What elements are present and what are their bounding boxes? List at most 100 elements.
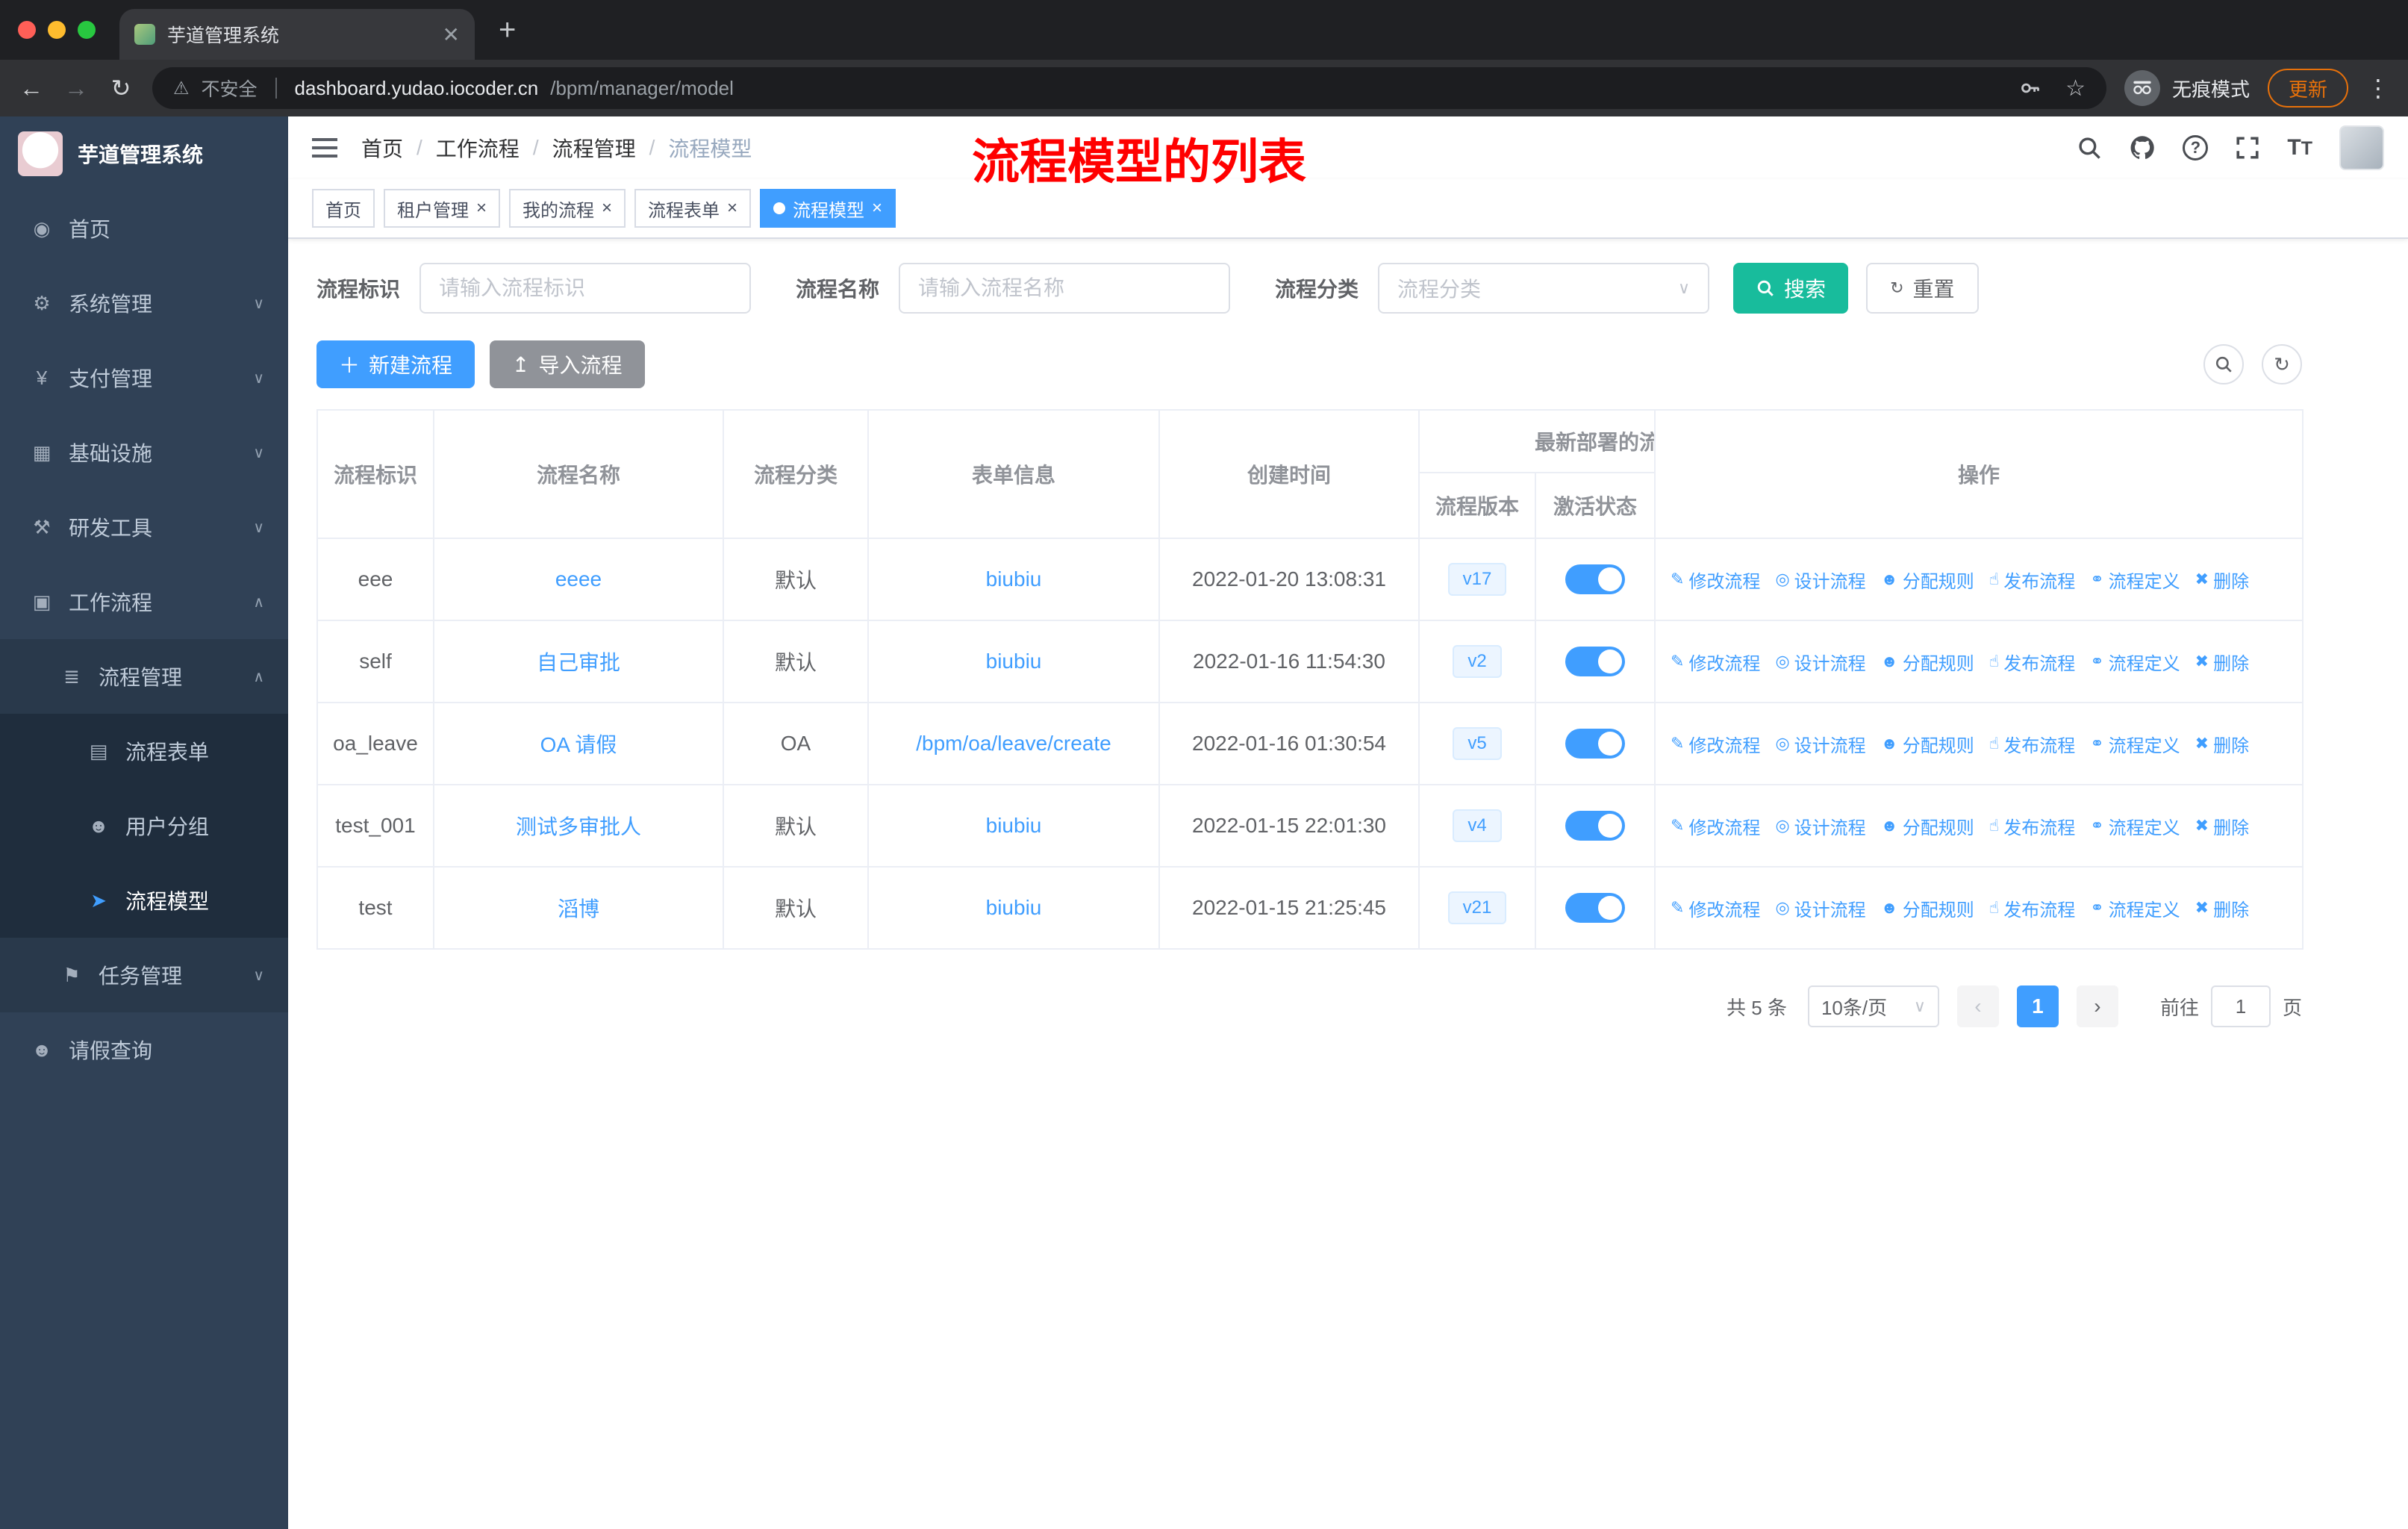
next-page-button[interactable]: ›	[2076, 985, 2118, 1027]
action-publish[interactable]: ☝ 发布流程	[1989, 731, 2075, 757]
sidebar-item[interactable]: ◉ 首页	[0, 191, 288, 266]
tag-item[interactable]: 租户管理 ×	[384, 189, 501, 228]
maximize-window-button[interactable]	[78, 21, 96, 39]
tag-item[interactable]: 我的流程 ×	[509, 189, 626, 228]
form-info-link[interactable]: biubiu	[986, 567, 1042, 591]
action-edit[interactable]: ✎ 修改流程	[1671, 813, 1760, 839]
tag-close-icon[interactable]: ×	[602, 199, 612, 217]
action-definition[interactable]: ⚭ 流程定义	[2090, 731, 2180, 757]
process-name-link[interactable]: OA 请假	[540, 733, 617, 756]
action-delete[interactable]: ✖ 删除	[2195, 895, 2249, 921]
action-assign-rules[interactable]: ☻ 分配规则	[1881, 649, 1974, 675]
process-name-link[interactable]: eeee	[555, 567, 602, 591]
key-icon[interactable]	[2019, 77, 2042, 99]
active-toggle[interactable]	[1565, 564, 1625, 594]
form-info-link[interactable]: biubiu	[986, 896, 1042, 919]
action-publish[interactable]: ☝ 发布流程	[1989, 895, 2075, 921]
form-info-link[interactable]: /bpm/oa/leave/create	[916, 732, 1111, 755]
action-assign-rules[interactable]: ☻ 分配规则	[1881, 813, 1974, 839]
action-edit[interactable]: ✎ 修改流程	[1671, 731, 1760, 757]
sidebar-item[interactable]: ▤ 流程表单	[0, 714, 288, 788]
tag-close-icon[interactable]: ×	[476, 199, 487, 217]
action-delete[interactable]: ✖ 删除	[2195, 813, 2249, 839]
forward-icon[interactable]: →	[63, 75, 90, 102]
process-name-link[interactable]: 滔博	[558, 897, 599, 921]
sidebar-item[interactable]: ☻ 请假查询	[0, 1012, 288, 1087]
sidebar-item[interactable]: ⚙ 系统管理 ∨	[0, 266, 288, 340]
search-icon[interactable]	[2077, 135, 2102, 161]
tag-item[interactable]: 流程表单 ×	[634, 189, 752, 228]
breadcrumb-item[interactable]: 工作流程	[436, 133, 520, 163]
github-icon[interactable]	[2129, 134, 2156, 161]
action-design[interactable]: ◎ 设计流程	[1775, 649, 1865, 675]
action-definition[interactable]: ⚭ 流程定义	[2090, 649, 2180, 675]
sidebar-item[interactable]: ¥ 支付管理 ∨	[0, 340, 288, 415]
import-process-button[interactable]: ↥ 导入流程	[490, 340, 645, 388]
process-name-input[interactable]	[899, 263, 1231, 314]
action-assign-rules[interactable]: ☻ 分配规则	[1881, 895, 1974, 921]
action-design[interactable]: ◎ 设计流程	[1775, 813, 1865, 839]
browser-menu-icon[interactable]: ⋮	[2366, 74, 2390, 102]
action-definition[interactable]: ⚭ 流程定义	[2090, 567, 2180, 593]
active-toggle[interactable]	[1565, 893, 1625, 923]
reset-button[interactable]: ↻ 重置	[1866, 263, 1979, 314]
prev-page-button[interactable]: ‹	[1956, 985, 1999, 1027]
action-delete[interactable]: ✖ 删除	[2195, 567, 2249, 593]
action-design[interactable]: ◎ 设计流程	[1775, 895, 1865, 921]
action-publish[interactable]: ☝ 发布流程	[1989, 567, 2075, 593]
action-edit[interactable]: ✎ 修改流程	[1671, 567, 1760, 593]
minimize-window-button[interactable]	[48, 21, 66, 39]
fullscreen-icon[interactable]	[2235, 135, 2260, 161]
action-edit[interactable]: ✎ 修改流程	[1671, 895, 1760, 921]
address-bar[interactable]: ⚠ 不安全 dashboard.yudao.iocoder.cn/bpm/man…	[152, 67, 2106, 109]
tag-item[interactable]: 首页	[312, 189, 375, 228]
tag-close-icon[interactable]: ×	[872, 199, 882, 217]
action-design[interactable]: ◎ 设计流程	[1775, 731, 1865, 757]
goto-page-input[interactable]	[2210, 985, 2271, 1027]
action-definition[interactable]: ⚭ 流程定义	[2090, 813, 2180, 839]
action-assign-rules[interactable]: ☻ 分配规则	[1881, 567, 1974, 593]
create-process-button[interactable]: ＋ 新建流程	[316, 340, 475, 388]
sidebar-item[interactable]: ⚒ 研发工具 ∨	[0, 490, 288, 564]
refresh-table-button[interactable]: ↻	[2262, 344, 2302, 384]
bookmark-star-icon[interactable]: ☆	[2065, 75, 2086, 102]
action-publish[interactable]: ☝ 发布流程	[1989, 813, 2075, 839]
tag-active[interactable]: 流程模型 ×	[760, 189, 896, 228]
close-window-button[interactable]	[18, 21, 36, 39]
process-name-link[interactable]: 自己审批	[537, 651, 620, 674]
action-publish[interactable]: ☝ 发布流程	[1989, 649, 2075, 675]
breadcrumb-item[interactable]: 流程管理	[552, 133, 636, 163]
action-edit[interactable]: ✎ 修改流程	[1671, 649, 1760, 675]
back-icon[interactable]: ←	[18, 75, 45, 102]
page-size-select[interactable]: 10条/页 ∨	[1807, 985, 1939, 1027]
action-assign-rules[interactable]: ☻ 分配规则	[1881, 731, 1974, 757]
collapse-sidebar-icon[interactable]	[312, 138, 337, 158]
new-tab-button[interactable]: +	[499, 15, 516, 45]
active-toggle[interactable]	[1565, 647, 1625, 676]
action-definition[interactable]: ⚭ 流程定义	[2090, 895, 2180, 921]
tab-close-icon[interactable]: ✕	[443, 22, 460, 47]
process-name-link[interactable]: 测试多审批人	[516, 815, 641, 838]
sidebar-item[interactable]: ☻ 用户分组	[0, 788, 288, 863]
sidebar-item[interactable]: ≣ 流程管理 ∧	[0, 639, 288, 714]
sidebar-item[interactable]: ▣ 工作流程 ∧	[0, 564, 288, 639]
category-select[interactable]: 流程分类 ∨	[1378, 263, 1710, 314]
active-toggle[interactable]	[1565, 729, 1625, 759]
action-delete[interactable]: ✖ 删除	[2195, 731, 2249, 757]
form-info-link[interactable]: biubiu	[986, 650, 1042, 673]
action-delete[interactable]: ✖ 删除	[2195, 649, 2249, 675]
sidebar-item[interactable]: ▦ 基础设施 ∨	[0, 415, 288, 490]
font-size-icon[interactable]: TT	[2287, 135, 2312, 161]
search-button[interactable]: 搜索	[1733, 263, 1849, 314]
current-page-button[interactable]: 1	[2016, 985, 2059, 1027]
active-toggle[interactable]	[1565, 811, 1625, 841]
action-design[interactable]: ◎ 设计流程	[1775, 567, 1865, 593]
breadcrumb-item[interactable]: 首页	[361, 133, 403, 163]
update-button[interactable]: 更新	[2267, 69, 2348, 108]
browser-tab[interactable]: 芋道管理系统 ✕	[119, 9, 475, 60]
form-info-link[interactable]: biubiu	[986, 814, 1042, 837]
show-search-button[interactable]	[2203, 344, 2244, 384]
process-key-input[interactable]	[419, 263, 752, 314]
tag-close-icon[interactable]: ×	[727, 199, 737, 217]
sidebar-item[interactable]: ➤ 流程模型	[0, 863, 288, 938]
